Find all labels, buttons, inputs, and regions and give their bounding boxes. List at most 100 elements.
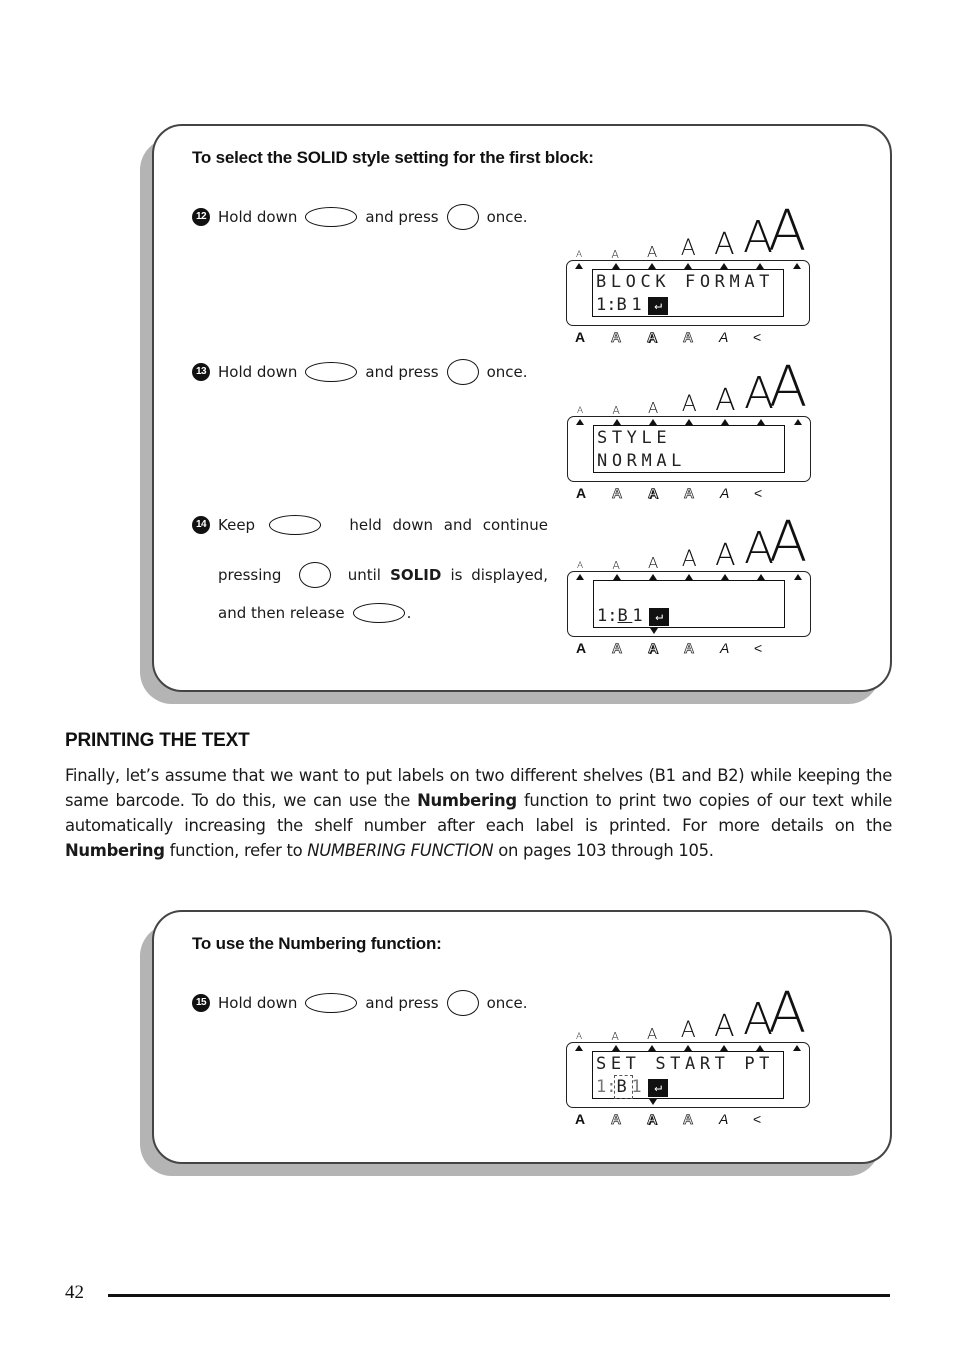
size-indicator: A [612,559,620,572]
block-number: 1: [596,295,617,315]
step-text: is displayed, [450,566,548,584]
size-indicator: A [648,554,659,572]
return-icon: ↵ [648,297,669,315]
step-14-line2: pressing until SOLID is displayed, [218,562,548,588]
step-number: 14 [192,516,210,534]
style-indicators: A A A A A < [563,1112,813,1130]
style-indicator-bold: A [575,329,586,345]
step-text: held down and continue [349,516,548,534]
style-key-icon [446,204,479,230]
size-indicator: A [648,399,659,417]
style-indicator-solid: A [684,640,695,656]
size-indicator: A [714,1009,735,1044]
style-indicator-italic: A [720,485,730,501]
lcd-frame: STYLE NORMAL [567,416,811,482]
lcd-blinking-char: B [614,1075,634,1099]
step-number: 12 [192,208,210,226]
style-indicators: A A A A A < [564,641,814,659]
section-heading: PRINTING THE TEXT [65,730,250,751]
cursor-marker-icon [649,1099,657,1105]
style-indicator-solid: A [684,485,695,501]
size-indicators: AAAAAAA [563,204,813,261]
step-text: Hold down [218,208,298,226]
code-key-icon [305,362,358,382]
text-bold: Numbering [417,791,517,810]
size-indicator: A [769,510,808,575]
body-paragraph: Finally, let’s assume that we want to pu… [65,763,892,863]
step-text: Hold down [218,994,298,1012]
indicator-arrow-icon [576,419,584,425]
step-text: once. [486,994,528,1012]
lcd-line-1: STYLE [597,428,672,448]
lcd-line-2: NORMAL [597,451,687,471]
size-indicator: A [680,236,696,261]
style-indicator-shadow: A [647,1111,658,1127]
size-indicator: A [647,243,658,261]
size-indicator: A [576,1032,583,1042]
size-indicators: AAAAAAA [564,360,814,418]
style-indicator-bold: A [576,640,587,656]
size-indicator: A [715,538,736,573]
size-indicator: A [577,561,584,571]
lcd-line-2: 1:B1 ↵ [596,1075,669,1099]
lcd-cursor-char: B [617,606,633,626]
indicator-arrow-icon [794,419,802,425]
style-indicator-vertical: < [753,1111,762,1127]
size-indicator: A [611,1030,619,1043]
step-text: Hold down [218,363,298,381]
step-text: Keep [218,516,256,534]
text: on pages 103 through 105. [493,841,714,860]
size-indicator: A [715,383,736,418]
style-indicator-italic: A [720,640,730,656]
block-number: 1: [596,1077,617,1097]
code-key-icon [269,515,322,535]
lcd-line-2: 1:B1 ↵ [597,606,670,626]
style-indicator-italic: A [719,1111,729,1127]
size-indicators: AAAAAAA [564,515,814,573]
indicator-arrow-icon [576,574,584,580]
footer-rule [108,1294,890,1297]
step-12: 12 Hold down and press once. [192,204,528,230]
lcd-text: B1 [616,295,647,315]
indicator-arrow-icon [794,574,802,580]
size-indicators: AAAAAAA [563,986,813,1044]
style-indicator-bold: A [575,1111,586,1127]
lcd-screen: SET START PT 1:B1 ↵ [592,1051,784,1099]
text-bold: Numbering [65,841,165,860]
lcd-frame: SET START PT 1:B1 ↵ [566,1042,810,1108]
lcd-display: AAAAAAA STYLE NORMAL A A A A A < [564,360,814,506]
code-key-icon [352,603,405,623]
cursor-marker-icon [650,628,658,634]
step-text-bold: SOLID [390,566,442,584]
block-number: 1: [597,606,618,626]
lcd-text: 1 [632,606,648,626]
style-indicator-shadow: A [648,485,659,501]
numbering-key-icon [446,990,479,1016]
size-indicator: A [768,199,807,264]
step-text: . [406,604,412,622]
step-text: once. [486,363,528,381]
lcd-line-1: BLOCK FORMAT [596,272,775,292]
code-key-icon [305,207,358,227]
size-indicator: A [769,355,808,420]
size-indicator: A [680,1018,696,1043]
code-key-icon [305,993,358,1013]
step-15: 15 Hold down and press once. [192,990,528,1016]
step-number: 15 [192,994,210,1012]
style-indicator-vertical: < [754,640,763,656]
size-indicator: A [681,392,697,417]
return-icon: ↵ [649,608,670,626]
cross-reference: NUMBERING FUNCTION [307,841,494,860]
step-text: and press [365,994,439,1012]
lcd-frame: BLOCK FORMAT 1:B1 ↵ [566,260,810,326]
indicator-arrow-icon [575,1045,583,1051]
lcd-screen: 1:B1 ↵ [593,580,785,628]
style-indicator-solid: A [683,329,694,345]
step-text: and then release [218,604,345,622]
lcd-display: AAAAAAA 1:B1 ↵ A A A A A < [564,515,814,661]
style-indicator-shadow: A [647,329,658,345]
style-indicator-vertical: < [753,329,762,345]
lcd-text: 1 [631,1077,647,1097]
style-indicator-bold: A [576,485,587,501]
size-indicator: A [681,547,697,572]
